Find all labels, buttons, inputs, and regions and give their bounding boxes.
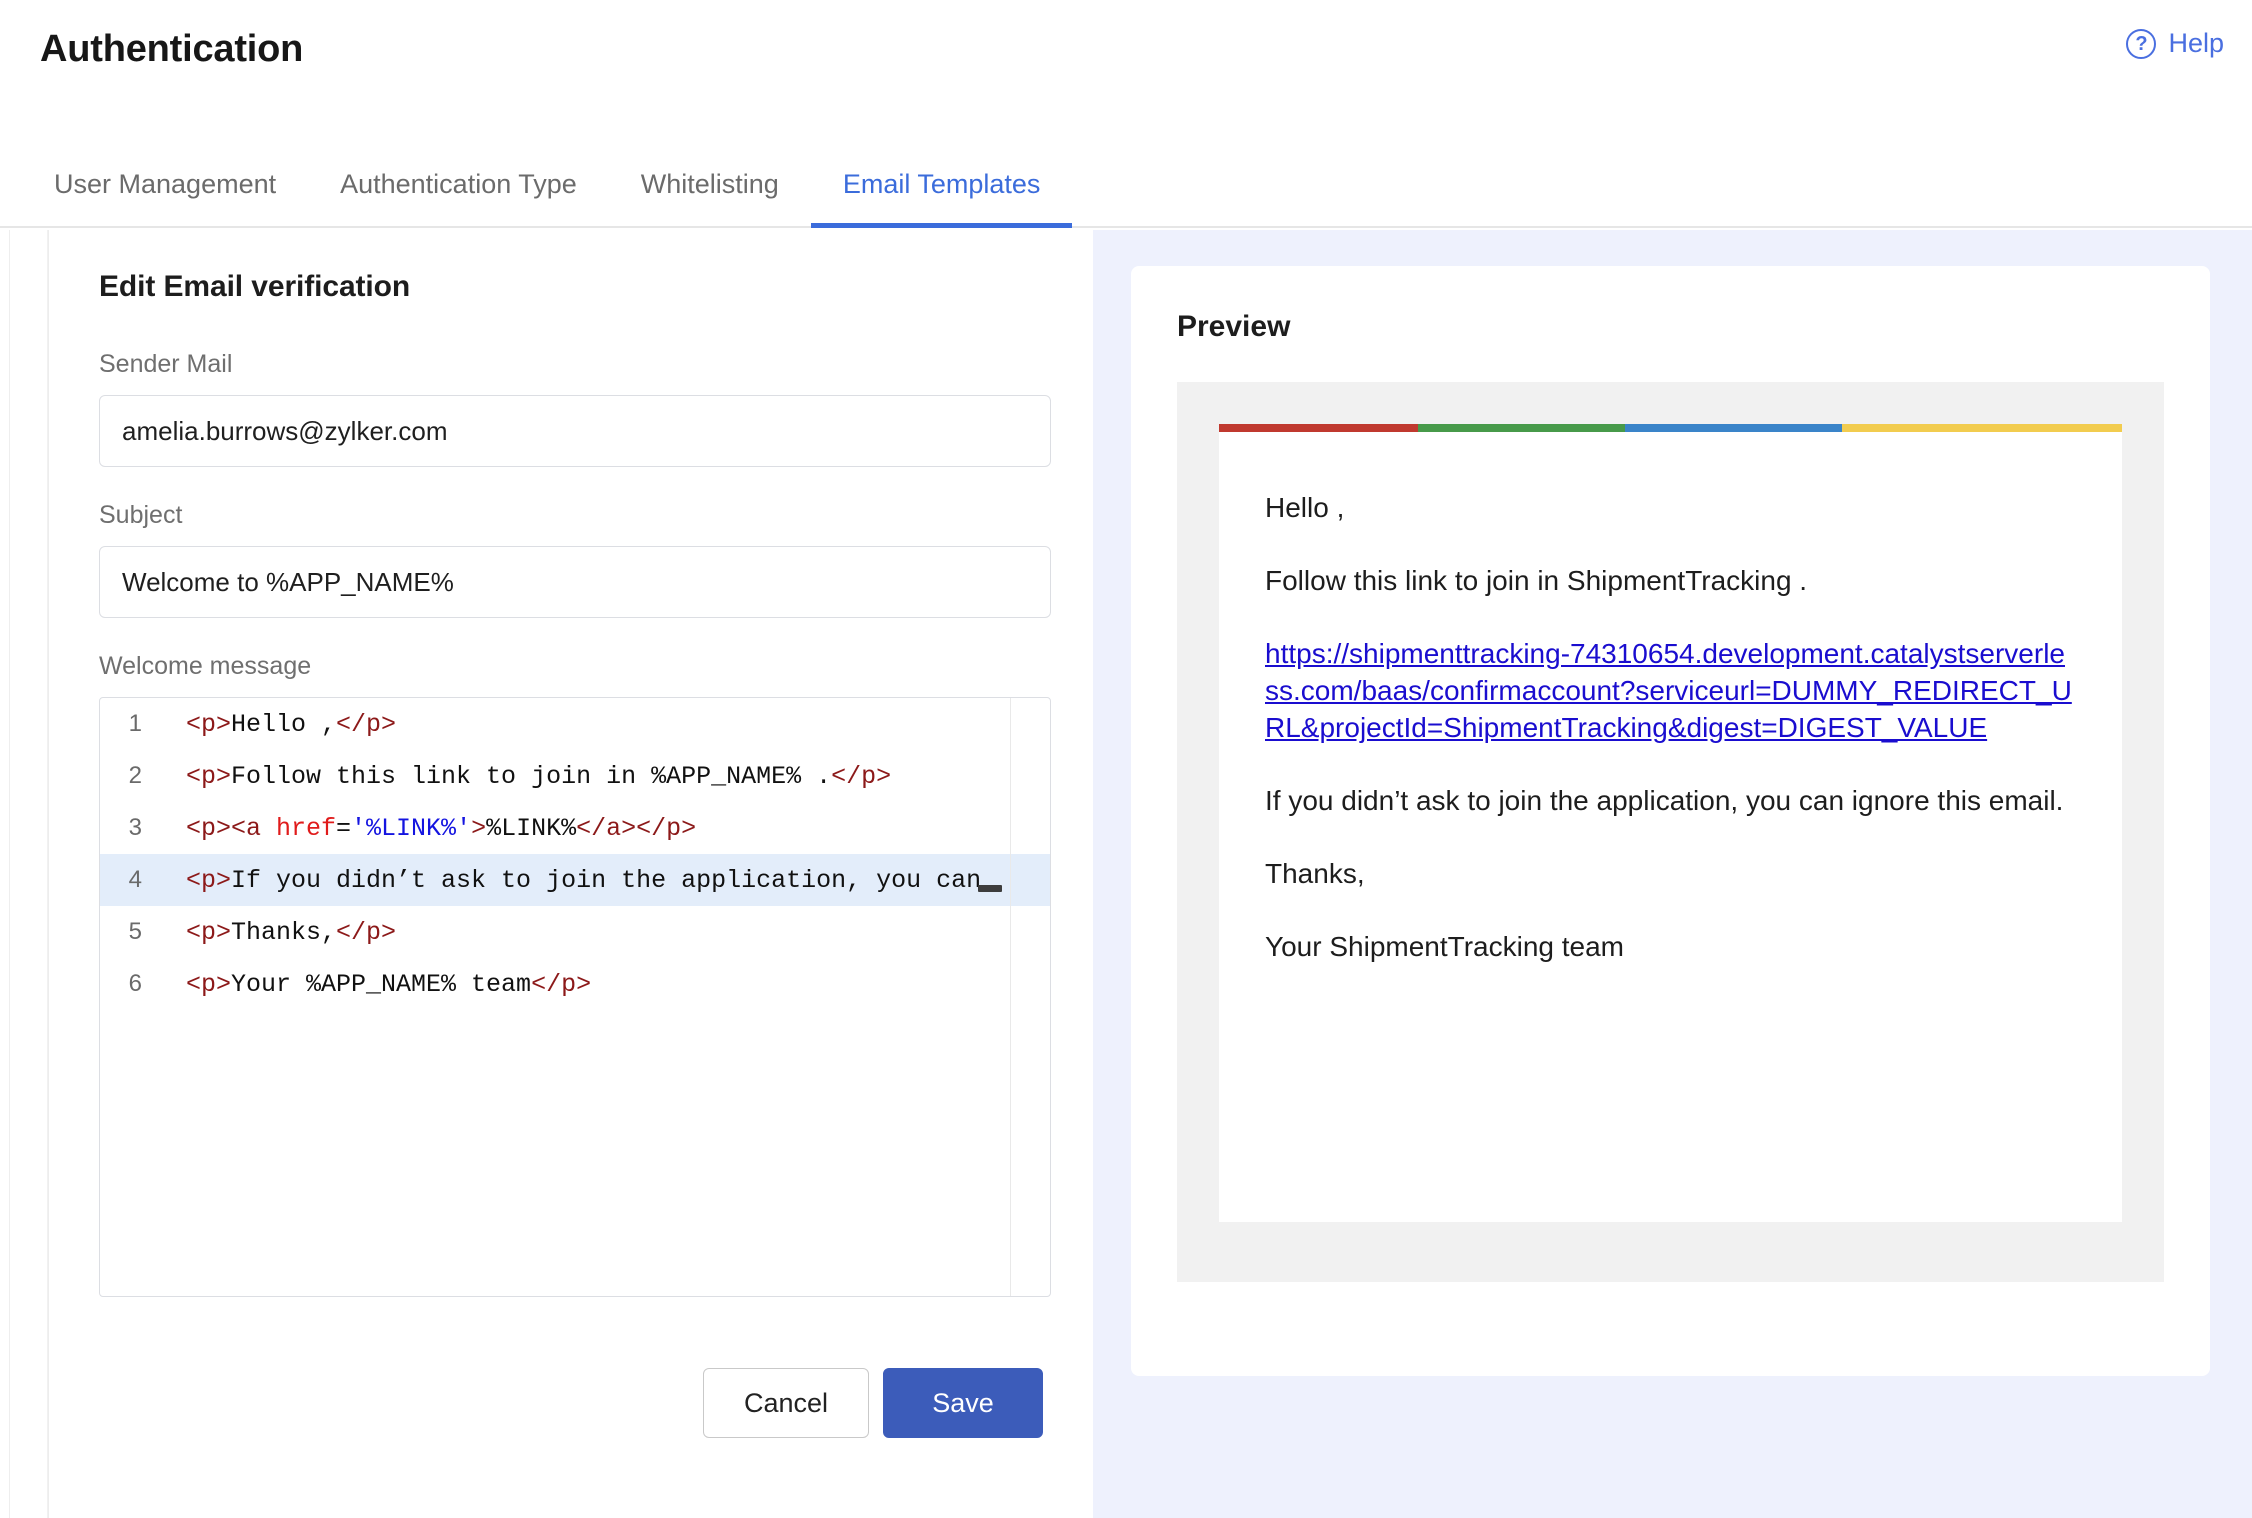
- code-line[interactable]: 2<p>Follow this link to join in %APP_NAM…: [100, 750, 1050, 802]
- subject-input[interactable]: Welcome to %APP_NAME%: [99, 546, 1051, 618]
- code-token: <p>: [186, 970, 231, 999]
- editor-horizontal-scrollbar-thumb[interactable]: [978, 885, 1002, 892]
- code-line[interactable]: 3<p><a href='%LINK%'>%LINK%</a></p>: [100, 802, 1050, 854]
- email-disclaimer: If you didn’t ask to join the applicatio…: [1265, 783, 2076, 820]
- color-bar-segment: [1219, 424, 1418, 432]
- code-line-text: <p>Follow this link to join in %APP_NAME…: [186, 762, 1050, 791]
- email-thanks: Thanks,: [1265, 856, 2076, 893]
- code-line-number: 2: [100, 762, 186, 790]
- tab-authentication-type[interactable]: Authentication Type: [308, 169, 609, 226]
- form-title: Edit Email verification: [99, 270, 1043, 304]
- code-token: <p>: [186, 918, 231, 947]
- email-preview-frame: Hello , Follow this link to join in Ship…: [1177, 382, 2164, 1282]
- email-color-bar: [1219, 424, 2122, 432]
- code-line-number: 1: [100, 710, 186, 738]
- tab-list: User Management Authentication Type Whit…: [40, 169, 1072, 226]
- tab-whitelisting[interactable]: Whitelisting: [609, 169, 811, 226]
- code-token: <p><a: [186, 814, 276, 843]
- code-token: Hello ,: [231, 710, 336, 739]
- left-rail-inner: [10, 230, 48, 1518]
- page-title: Authentication: [40, 28, 303, 71]
- help-link[interactable]: ? Help: [2126, 28, 2224, 59]
- preview-panel: Preview Hello , Follow this link to join…: [1093, 230, 2252, 1518]
- subject-field: Subject Welcome to %APP_NAME%: [99, 501, 1043, 618]
- code-line-number: 4: [100, 866, 186, 894]
- code-token: =: [336, 814, 351, 843]
- email-preview-body: Hello , Follow this link to join in Ship…: [1219, 432, 2122, 1222]
- tab-bar: User Management Authentication Type Whit…: [0, 110, 2252, 228]
- code-token: <p>: [186, 866, 231, 895]
- cancel-button[interactable]: Cancel: [703, 1368, 869, 1438]
- color-bar-segment: [1418, 424, 1626, 432]
- authentication-page: Authentication ? Help User Management Au…: [0, 0, 2252, 1518]
- code-token: '%LINK%': [351, 814, 471, 843]
- page-header: Authentication ? Help: [0, 0, 2252, 110]
- welcome-message-field: Welcome message 1<p>Hello ,</p>2<p>Follo…: [99, 652, 1043, 1297]
- code-line-text: <p>Your %APP_NAME% team</p>: [186, 970, 1050, 999]
- code-line-text: <p>Hello ,</p>: [186, 710, 1050, 739]
- code-token: </p>: [831, 762, 891, 791]
- sender-mail-label: Sender Mail: [99, 350, 1043, 379]
- sender-mail-input[interactable]: amelia.burrows@zylker.com: [99, 395, 1051, 467]
- preview-title: Preview: [1177, 310, 2164, 344]
- help-icon: ?: [2126, 29, 2156, 59]
- code-token: Follow this link to join in %APP_NAME% .: [231, 762, 831, 791]
- email-intro: Follow this link to join in ShipmentTrac…: [1265, 563, 2076, 600]
- left-rail-outer: [0, 230, 10, 1518]
- code-token: href: [276, 814, 336, 843]
- welcome-message-label: Welcome message: [99, 652, 1043, 681]
- email-signature: Your ShipmentTracking team: [1265, 929, 2076, 966]
- preview-card: Preview Hello , Follow this link to join…: [1131, 266, 2210, 1376]
- save-button[interactable]: Save: [883, 1368, 1043, 1438]
- color-bar-segment: [1625, 424, 1842, 432]
- code-token: </p>: [531, 970, 591, 999]
- code-line-text: <p>Thanks,</p>: [186, 918, 1050, 947]
- code-line-text: <p><a href='%LINK%'>%LINK%</a></p>: [186, 814, 1050, 843]
- email-confirmation-link[interactable]: https://shipmenttracking-74310654.develo…: [1265, 636, 2076, 747]
- code-token: Thanks,: [231, 918, 336, 947]
- edit-email-verification-form: Edit Email verification Sender Mail amel…: [48, 230, 1093, 1518]
- code-token: </a>: [576, 814, 636, 843]
- email-greeting: Hello ,: [1265, 490, 2076, 527]
- code-line-number: 6: [100, 970, 186, 998]
- code-line[interactable]: 4<p>If you didn’t ask to join the applic…: [100, 854, 1050, 906]
- help-label: Help: [2168, 28, 2224, 59]
- sender-mail-field: Sender Mail amelia.burrows@zylker.com: [99, 350, 1043, 467]
- code-token: </p>: [636, 814, 696, 843]
- tab-email-templates[interactable]: Email Templates: [811, 169, 1073, 226]
- code-token: </p>: [336, 918, 396, 947]
- code-token: If you didn’t ask to join the applicatio…: [231, 866, 981, 895]
- subject-label: Subject: [99, 501, 1043, 530]
- code-line[interactable]: 1<p>Hello ,</p>: [100, 698, 1050, 750]
- code-line[interactable]: 5<p>Thanks,</p>: [100, 906, 1050, 958]
- content-area: Edit Email verification Sender Mail amel…: [0, 230, 2252, 1518]
- code-token: <p>: [186, 762, 231, 791]
- code-token: >: [471, 814, 486, 843]
- code-line-number: 3: [100, 814, 186, 842]
- code-line-list[interactable]: 1<p>Hello ,</p>2<p>Follow this link to j…: [100, 698, 1050, 1010]
- color-bar-segment: [1842, 424, 2122, 432]
- code-line-number: 5: [100, 918, 186, 946]
- editor-wrap-guide-line: [1010, 698, 1011, 1296]
- code-line[interactable]: 6<p>Your %APP_NAME% team</p>: [100, 958, 1050, 1010]
- code-line-text: <p>If you didn’t ask to join the applica…: [186, 866, 1050, 895]
- code-token: <p>: [186, 710, 231, 739]
- code-token: %LINK%: [486, 814, 576, 843]
- welcome-message-code-editor[interactable]: 1<p>Hello ,</p>2<p>Follow this link to j…: [99, 697, 1051, 1297]
- code-token: </p>: [336, 710, 396, 739]
- edit-panel: Edit Email verification Sender Mail amel…: [0, 230, 1093, 1518]
- code-token: Your %APP_NAME% team: [231, 970, 531, 999]
- form-actions: Cancel Save: [703, 1368, 1043, 1438]
- tab-user-management[interactable]: User Management: [40, 169, 308, 226]
